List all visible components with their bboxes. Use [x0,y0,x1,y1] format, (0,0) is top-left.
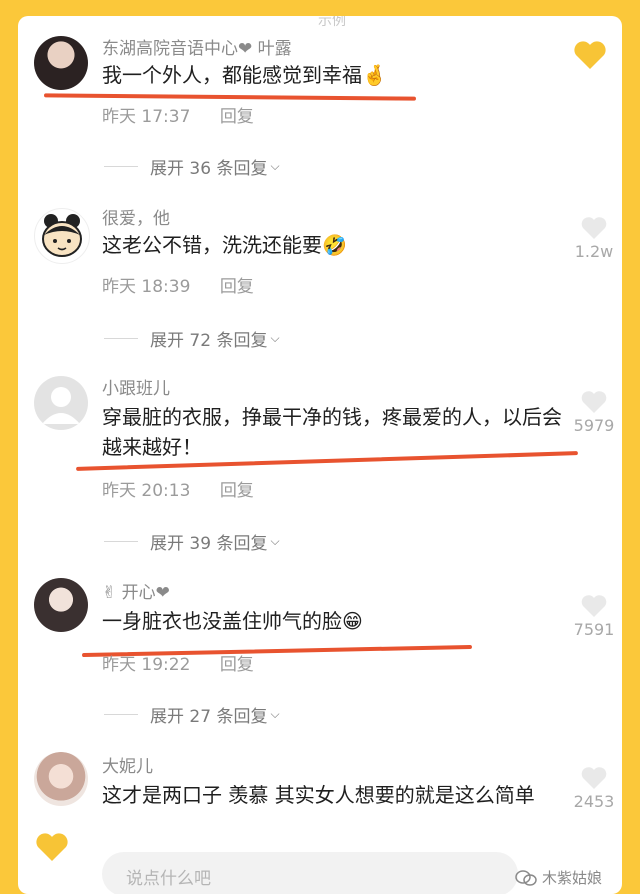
heart-outline-icon [581,767,607,789]
top-partial-text: 示例 [318,16,346,29]
heart-outline-icon [581,391,607,413]
reply-button[interactable]: 回复 [220,107,254,127]
comment-panel: 示例 东湖高院音语中心❤ 叶露 我一个外人，都能感觉到幸福🤞 昨天 17:37 … [18,16,622,894]
avatar[interactable] [34,752,88,806]
comment-text: 一身脏衣也没盖住帅气的脸😁 [102,606,572,636]
comment-text-body: 这老公不错，洗洗还能要🤣 [102,233,347,257]
watermark-text: 木紫姑娘 [541,869,602,887]
comment-username[interactable]: 小跟班儿 [102,374,170,399]
comment-username[interactable]: 很爱，他 [102,204,170,229]
comment-meta: 昨天 17:37 回复 [102,102,254,127]
divider [104,166,138,167]
chevron-down-icon: ⌵ [270,707,280,721]
divider [104,338,138,339]
comment-text: 我一个外人，都能感觉到幸福🤞 [102,60,572,90]
expand-replies-label: 展开 39 条回复 [150,534,268,554]
comment-meta: 昨天 18:39 回复 [102,272,254,297]
comment-time: 昨天 18:39 [102,277,191,297]
comment-time: 昨天 20:13 [102,481,191,501]
avatar[interactable] [34,578,88,632]
cartoon-avatar-icon [42,214,82,257]
comment-text-body: 我一个外人，都能感觉到幸福🤞 [102,63,387,87]
expand-replies-button[interactable]: 展开 27 条回复 ⌵ [104,702,280,727]
divider [104,714,138,715]
comment-meta: 昨天 19:22 回复 [102,650,254,675]
divider [104,541,138,542]
comment-text: 这老公不错，洗洗还能要🤣 [102,230,572,260]
comment-input-placeholder: 说点什么吧 [126,869,211,889]
like-button[interactable]: 2453 [566,766,622,811]
reply-button[interactable]: 回复 [220,277,254,297]
chevron-down-icon: ⌵ [270,159,280,173]
like-button[interactable]: 5979 [566,390,622,435]
comment-time: 昨天 19:22 [102,655,191,675]
like-count: 7591 [573,620,615,639]
like-count: 2453 [573,792,615,811]
expand-replies-button[interactable]: 展开 72 条回复 ⌵ [104,326,280,351]
like-count: 1.2w [574,242,614,261]
comment-time: 昨天 17:37 [102,107,191,127]
highlight-underline [43,93,417,101]
avatar[interactable] [34,376,88,430]
comment-username[interactable]: 东湖高院音语中心❤ 叶露 [102,34,292,59]
watermark: 木紫姑娘 [515,867,602,888]
comment-text-body: 穿最脏的衣服，挣最干净的钱，疼最爱的人，以后会越来越好！ [102,405,562,459]
expand-replies-button[interactable]: 展开 39 条回复 ⌵ [104,529,280,554]
avatar[interactable] [34,208,90,264]
expand-replies-button[interactable]: 展开 36 条回复 ⌵ [104,154,280,179]
chevron-down-icon: ⌵ [270,534,280,548]
like-count: 5979 [573,416,615,435]
like-button[interactable]: 1.2w [566,216,622,261]
heart-outline-icon [581,217,607,239]
expand-replies-label: 展开 72 条回复 [150,331,268,351]
comment-text-body: 这才是两口子 羡慕 其实女人想要的就是这么简单 [102,783,535,807]
heart-outline-icon [581,595,607,617]
favorite-heart-icon[interactable] [34,832,70,862]
expand-replies-label: 展开 36 条回复 [150,159,268,179]
comment-username[interactable]: ✌ 开心❤ [102,578,170,603]
avatar[interactable] [34,36,88,90]
comment-text: 这才是两口子 羡慕 其实女人想要的就是这么简单 [102,780,562,810]
chevron-down-icon: ⌵ [270,331,280,345]
comment-username[interactable]: 大妮儿 [102,752,153,777]
reply-button[interactable]: 回复 [220,655,254,675]
reply-button[interactable]: 回复 [220,481,254,501]
comment-input[interactable]: 说点什么吧 [102,852,518,894]
favorite-heart-icon[interactable] [572,40,608,70]
comment-meta: 昨天 20:13 回复 [102,476,254,501]
wechat-icon [515,869,537,886]
comment-text-body: 一身脏衣也没盖住帅气的脸😁 [102,609,363,633]
default-user-icon [42,387,80,424]
like-button[interactable]: 7591 [566,594,622,639]
expand-replies-label: 展开 27 条回复 [150,707,268,727]
